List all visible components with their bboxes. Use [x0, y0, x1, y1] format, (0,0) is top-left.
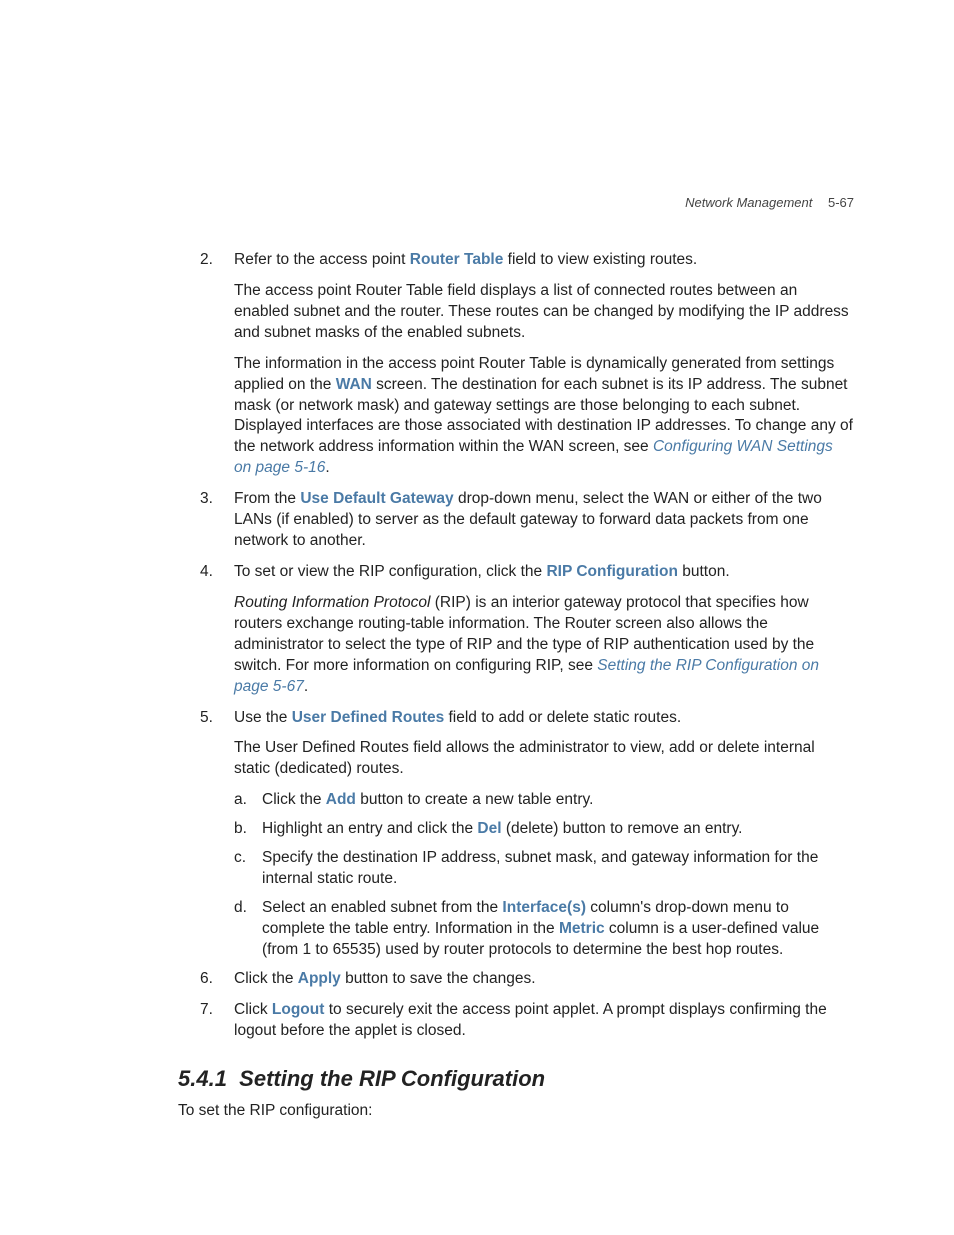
list-item: 2. Refer to the access point Router Table… — [178, 250, 854, 479]
text-run: . — [325, 459, 329, 476]
text-run: . — [304, 678, 308, 695]
list-item: 6. Click the Apply button to save the cha… — [178, 969, 854, 990]
ui-term: Add — [326, 791, 356, 808]
sub-list-item: c. Specify the destination IP address, su… — [234, 848, 854, 890]
page-header: Network Management 5-67 — [685, 195, 854, 210]
text-run: The User Defined Routes field allows the… — [234, 739, 815, 777]
paragraph: To set or view the RIP configuration, cl… — [234, 562, 854, 583]
sub-list-letter: b. — [234, 819, 247, 840]
page-number: 5-67 — [828, 195, 854, 210]
text-run: To set or view the RIP configuration, cl… — [234, 563, 546, 580]
section-heading: 5.4.1 Setting the RIP Configuration — [178, 1064, 854, 1094]
text-run: field to add or delete static routes. — [444, 709, 681, 726]
ui-term: Del — [477, 820, 501, 837]
list-number: 2. — [200, 250, 213, 271]
list-item: 7. Click Logout to securely exit the acce… — [178, 1000, 854, 1042]
sub-list-letter: c. — [234, 848, 246, 869]
sub-list-letter: a. — [234, 790, 247, 811]
text-run: button. — [678, 563, 730, 580]
paragraph: Click the Apply button to save the chang… — [234, 969, 854, 990]
ui-term: Use Default Gateway — [300, 490, 453, 507]
ui-term: RIP Configuration — [546, 563, 677, 580]
ui-term: Logout — [272, 1001, 325, 1018]
list-number: 5. — [200, 708, 213, 729]
chapter-name: Network Management — [685, 195, 812, 210]
section-title: Setting the RIP Configuration — [239, 1066, 545, 1091]
numbered-list: 2. Refer to the access point Router Table… — [178, 250, 854, 1042]
text-run: From the — [234, 490, 300, 507]
paragraph: The User Defined Routes field allows the… — [234, 738, 854, 780]
sub-list-item: b. Highlight an entry and click the Del (… — [234, 819, 854, 840]
sub-list-letter: d. — [234, 898, 247, 919]
list-number: 3. — [200, 489, 213, 510]
text-run: The access point Router Table field disp… — [234, 282, 849, 341]
paragraph: Routing Information Protocol (RIP) is an… — [234, 593, 854, 698]
section-number: 5.4.1 — [178, 1066, 227, 1091]
list-item: 3. From the Use Default Gateway drop-down… — [178, 489, 854, 552]
section-intro: To set the RIP configuration: — [178, 1101, 854, 1122]
ui-term: User Defined Routes — [292, 709, 444, 726]
paragraph: Refer to the access point Router Table f… — [234, 250, 854, 271]
text-run: field to view existing routes. — [503, 251, 697, 268]
ui-term: Metric — [559, 920, 605, 937]
content-area: 2. Refer to the access point Router Table… — [178, 250, 854, 1122]
ui-term: Apply — [298, 970, 341, 987]
ui-term: WAN — [336, 376, 372, 393]
paragraph: The access point Router Table field disp… — [234, 281, 854, 344]
list-number: 7. — [200, 1000, 213, 1021]
text-run: Highlight an entry and click the — [262, 820, 477, 837]
paragraph: Use the User Defined Routes field to add… — [234, 708, 854, 729]
text-run: Click the — [262, 791, 326, 808]
italic-term: Routing Information Protocol — [234, 594, 430, 611]
text-run: Refer to the access point — [234, 251, 410, 268]
paragraph: The information in the access point Rout… — [234, 354, 854, 480]
sub-list-item: d. Select an enabled subnet from the Inte… — [234, 898, 854, 961]
text-run: Select an enabled subnet from the — [262, 899, 502, 916]
paragraph: From the Use Default Gateway drop-down m… — [234, 489, 854, 552]
text-run: button to create a new table entry. — [356, 791, 594, 808]
paragraph: Click Logout to securely exit the access… — [234, 1000, 854, 1042]
ui-term: Interface(s) — [502, 899, 586, 916]
sub-list-item: a. Click the Add button to create a new t… — [234, 790, 854, 811]
text-run: (delete) button to remove an entry. — [502, 820, 743, 837]
list-item: 5. Use the User Defined Routes field to a… — [178, 708, 854, 961]
text-run: button to save the changes. — [341, 970, 536, 987]
text-run: Click — [234, 1001, 272, 1018]
list-number: 4. — [200, 562, 213, 583]
list-number: 6. — [200, 969, 213, 990]
sub-list: a. Click the Add button to create a new t… — [234, 790, 854, 960]
text-run: Use the — [234, 709, 292, 726]
text-run: Click the — [234, 970, 298, 987]
text-run: Specify the destination IP address, subn… — [262, 849, 818, 887]
page-body: 2. Refer to the access point Router Table… — [0, 0, 954, 1122]
ui-term: Router Table — [410, 251, 504, 268]
list-item: 4. To set or view the RIP configuration, … — [178, 562, 854, 698]
